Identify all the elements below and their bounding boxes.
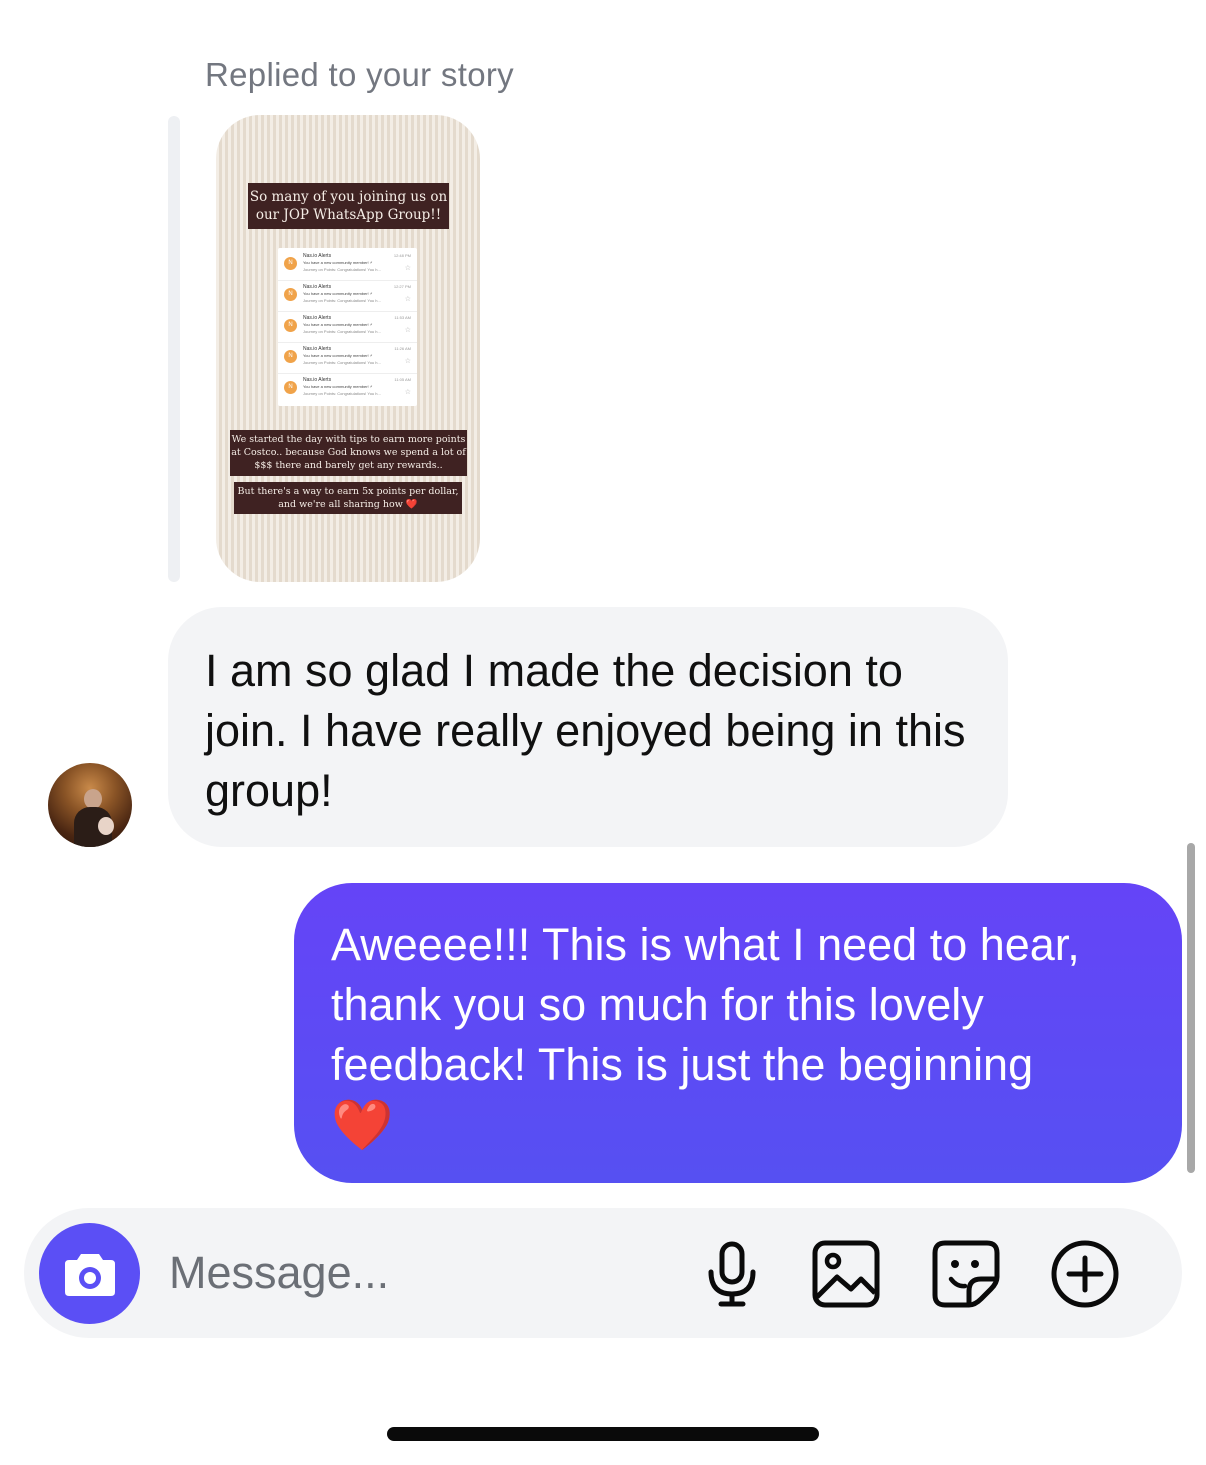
notification-row: N Nas.io Alerts 11:53 AM You have a new …	[278, 312, 417, 343]
notification-line: Journey on Points: Congratulations! You …	[303, 360, 381, 365]
avatar-figure-child	[98, 817, 114, 835]
sender-avatar[interactable]	[48, 763, 132, 847]
notification-row: N Nas.io Alerts 12:48 PM You have a new …	[278, 250, 417, 281]
star-icon: ☆	[404, 389, 411, 396]
notification-avatar: N	[284, 319, 297, 332]
notification-line: Journey on Points: Congratulations! You …	[303, 298, 381, 303]
notification-avatar: N	[284, 288, 297, 301]
notification-line: You have a new community member! ⚡	[303, 322, 373, 327]
notification-time: 11:53 AM	[394, 315, 411, 320]
notification-line: You have a new community member! ⚡	[303, 353, 373, 358]
notification-row: N Nas.io Alerts 11:26 AM You have a new …	[278, 343, 417, 374]
notification-line: You have a new community member! ⚡	[303, 291, 373, 296]
star-icon: ☆	[404, 327, 411, 334]
notification-line: Journey on Points: Congratulations! You …	[303, 329, 381, 334]
story-notification-card: N Nas.io Alerts 12:48 PM You have a new …	[278, 248, 417, 406]
story-caption-middle: We started the day with tips to earn mor…	[230, 430, 467, 476]
message-composer	[24, 1208, 1182, 1338]
notification-time: 11:05 AM	[394, 377, 411, 382]
notification-title: Nas.io Alerts	[303, 315, 332, 321]
avatar-figure-head	[84, 789, 102, 809]
star-icon: ☆	[404, 358, 411, 365]
message-input[interactable]	[169, 1244, 669, 1302]
gallery-icon[interactable]	[811, 1239, 881, 1309]
notification-line: You have a new community member! ⚡	[303, 384, 373, 389]
reply-context-label: Replied to your story	[205, 56, 514, 93]
notification-title: Nas.io Alerts	[303, 284, 332, 290]
notification-title: Nas.io Alerts	[303, 346, 332, 352]
incoming-message-bubble[interactable]: I am so glad I made the decision to join…	[168, 607, 1008, 847]
reply-indicator-bar	[168, 116, 180, 582]
notification-time: 12:27 PM	[393, 284, 411, 289]
outgoing-message-bubble[interactable]: Aweeee!!! This is what I need to hear, t…	[294, 883, 1182, 1183]
story-caption-bottom: But there's a way to earn 5x points per …	[234, 482, 462, 514]
notification-row: N Nas.io Alerts 11:05 AM You have a new …	[278, 374, 417, 405]
notification-avatar: N	[284, 350, 297, 363]
notification-avatar: N	[284, 381, 297, 394]
plus-circle-icon[interactable]	[1050, 1239, 1120, 1309]
star-icon: ☆	[404, 265, 411, 272]
notification-time: 12:48 PM	[393, 253, 411, 258]
microphone-icon[interactable]	[697, 1239, 767, 1309]
story-thumbnail[interactable]: So many of you joining us on our JOP Wha…	[216, 115, 480, 582]
notification-row: N Nas.io Alerts 12:27 PM You have a new …	[278, 281, 417, 312]
outgoing-message-text: Aweeee!!! This is what I need to hear, t…	[331, 919, 1080, 1090]
heart-icon: ❤️	[405, 499, 418, 510]
story-caption-bottom-text: But there's a way to earn 5x points per …	[237, 486, 459, 510]
camera-icon	[65, 1254, 115, 1296]
notification-line: You have a new community member! ⚡	[303, 260, 373, 265]
home-indicator[interactable]	[387, 1427, 819, 1441]
star-icon: ☆	[404, 296, 411, 303]
notification-line: Journey on Points: Congratulations! You …	[303, 391, 381, 396]
sticker-icon[interactable]	[931, 1239, 1001, 1309]
notification-title: Nas.io Alerts	[303, 377, 332, 383]
notification-time: 11:26 AM	[394, 346, 411, 351]
story-caption-top: So many of you joining us on our JOP Wha…	[248, 183, 449, 229]
notification-avatar: N	[284, 257, 297, 270]
camera-button[interactable]	[39, 1223, 140, 1324]
notification-line: Journey on Points: Congratulations! You …	[303, 267, 381, 272]
scroll-indicator[interactable]	[1187, 843, 1195, 1173]
heart-emoji: ❤️	[331, 1097, 394, 1153]
notification-title: Nas.io Alerts	[303, 253, 332, 259]
